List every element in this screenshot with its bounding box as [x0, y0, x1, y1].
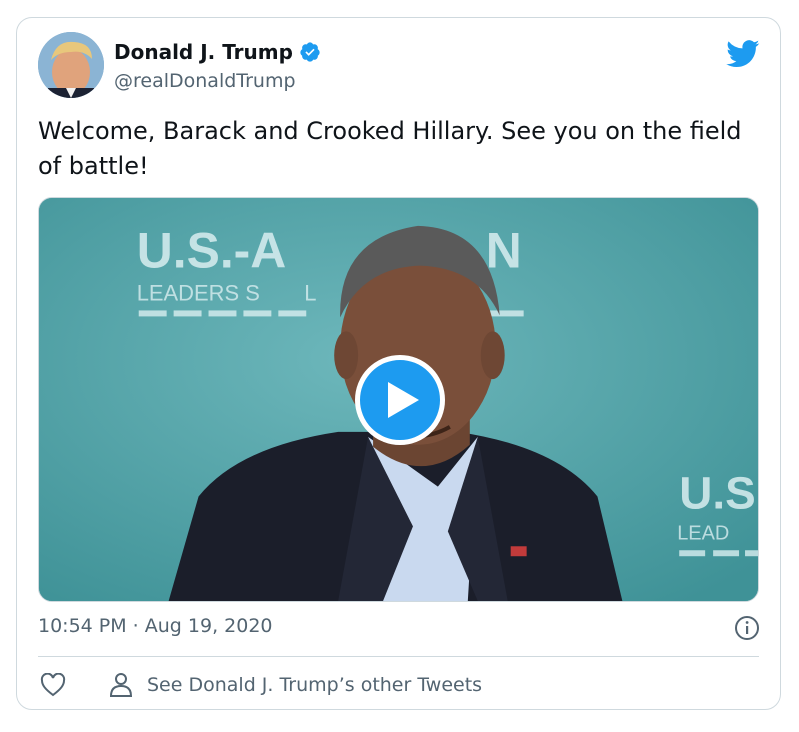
author-handle[interactable]: @realDonaldTrump	[114, 70, 296, 92]
verified-badge-icon	[300, 42, 320, 62]
tweet-text: Welcome, Barack and Crooked Hillary. See…	[38, 117, 742, 180]
backdrop-text-2: LEADERS S	[137, 281, 260, 306]
backdrop-text-4: LEAD	[677, 522, 729, 544]
other-tweets-label[interactable]: See Donald J. Trump’s other Tweets	[147, 674, 482, 696]
backdrop-text-1: U.S.-A	[137, 223, 287, 279]
backdrop-text-3: U.S	[679, 468, 755, 519]
video-player[interactable]: U.S.-A N LEADERS S L U.S LEAD	[38, 197, 759, 602]
play-button[interactable]	[355, 355, 445, 445]
divider	[38, 656, 759, 657]
tweet-timestamp[interactable]: 10:54 PM · Aug 19, 2020	[38, 615, 273, 637]
other-tweets-link[interactable]: See Donald J. Trump’s other Tweets	[109, 672, 482, 698]
tweet-card[interactable]: Donald J. Trump @realDonaldTrump Welcome…	[16, 17, 781, 710]
heart-icon[interactable]	[40, 673, 66, 697]
twitter-bird-icon[interactable]	[726, 40, 760, 68]
person-icon	[109, 673, 133, 697]
backdrop-text-2b: L	[304, 281, 316, 306]
avatar[interactable]	[38, 32, 104, 98]
info-icon[interactable]	[734, 615, 760, 641]
play-icon	[388, 382, 419, 418]
author-name[interactable]: Donald J. Trump	[114, 40, 293, 64]
backdrop-text-1b: N	[486, 223, 522, 279]
author-name-row[interactable]: Donald J. Trump	[114, 40, 321, 64]
